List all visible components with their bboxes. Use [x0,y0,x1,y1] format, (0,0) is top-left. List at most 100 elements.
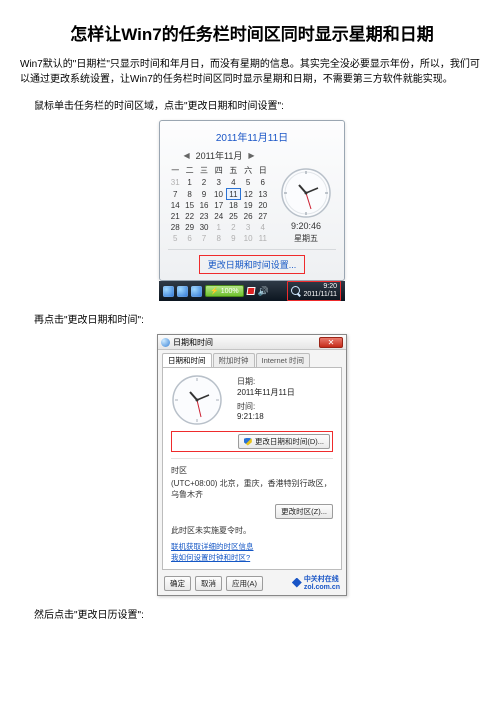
calendar-month-label[interactable]: 2011年11月 [196,149,243,162]
uac-shield-icon [244,438,252,446]
volume-icon[interactable]: 🔊 [258,286,269,297]
calendar-day-cell[interactable]: 9 [197,189,211,200]
dst-note: 此时区未实施夏令时。 [171,525,333,536]
calendar-day-cell[interactable]: 7 [197,233,211,244]
tab-additional-clocks[interactable]: 附加时钟 [213,353,255,367]
calendar-popup: 2011年11月11日 ◀ 2011年11月 ▶ 一二三四五六日 3112345… [159,120,345,281]
zol-name: 中关村在线 [304,576,339,583]
calendar-day-cell[interactable]: 4 [226,177,240,189]
prev-month-icon[interactable]: ◀ [183,151,189,160]
calendar-day-cell[interactable]: 29 [182,222,196,233]
taskbar-date-label: 2011/11/11 [304,291,337,298]
time-label: 时间: [237,401,333,412]
calendar-day-cell[interactable]: 1 [211,222,226,233]
date-value: 2011年11月11日 [237,387,333,398]
calendar-day-cell[interactable]: 15 [182,200,196,212]
tab-internet-time[interactable]: Internet 时间 [256,353,311,367]
calendar-row: 2829301234 [168,222,270,233]
taskbar-time-label: 9:20 [323,283,337,290]
ok-button[interactable]: 确定 [164,576,191,591]
tab-datetime[interactable]: 日期和时间 [162,353,212,367]
calendar-day-cell[interactable]: 11 [226,189,240,200]
tray-app-icon[interactable] [163,286,174,297]
ime-flag-icon[interactable] [246,287,255,295]
next-month-icon[interactable]: ▶ [248,151,254,160]
calendar-day-cell[interactable]: 10 [211,189,226,200]
calendar-day-cell[interactable]: 23 [197,211,211,222]
timezone-value: (UTC+08:00) 北京，重庆，香港特别行政区，乌鲁木齐 [171,478,333,500]
calendar-day-cell[interactable]: 30 [197,222,211,233]
analog-clock-icon [280,167,332,219]
calendar-day-cell[interactable]: 4 [256,222,270,233]
calendar-day-cell[interactable]: 2 [226,222,240,233]
calendar-day-cell[interactable]: 6 [182,233,196,244]
online-tz-info-link[interactable]: 联机获取详细的时区信息 [171,542,333,553]
calendar-day-cell[interactable]: 26 [241,211,256,222]
taskbar: ⚡ 100% 🔊 9:20 2011/11/11 [159,281,345,301]
close-button[interactable]: ✕ [319,337,343,348]
calendar-day-cell[interactable]: 3 [211,177,226,189]
calendar-dow-row: 一二三四五六日 [168,164,270,177]
calendar-day-cell[interactable]: 25 [226,211,240,222]
calendar-day-cell[interactable]: 28 [168,222,182,233]
date-label: 日期: [237,376,333,387]
tray-app-icon[interactable] [177,286,188,297]
zol-logo-icon [292,578,302,588]
taskbar-clock-highlight[interactable]: 9:20 2011/11/11 [287,281,341,300]
clock-weekday-label: 星期五 [294,233,318,244]
calendar-day-cell[interactable]: 11 [256,233,270,244]
calendar-row: 14151617181920 [168,200,270,212]
zol-url: zol.com.cn [304,584,340,591]
calendar-day-cell[interactable]: 13 [256,189,270,200]
calendar-row: 31123456 [168,177,270,189]
calendar-day-cell[interactable]: 8 [182,189,196,200]
change-date-time-button-label: 更改日期和时间(D)... [255,436,324,447]
calendar-day-cell[interactable]: 14 [168,200,182,212]
calendar-day-cell[interactable]: 27 [256,211,270,222]
apply-button[interactable]: 应用(A) [226,576,263,591]
calendar-day-cell[interactable]: 1 [182,177,196,189]
calendar-day-cell[interactable]: 22 [182,211,196,222]
calendar-day-cell[interactable]: 31 [168,177,182,189]
dialog-icon [161,338,170,347]
calendar-day-cell[interactable]: 16 [197,200,211,212]
step1-text: 鼠标单击任务栏的时间区域，点击"更改日期和时间设置": [34,97,484,112]
calendar-day-cell[interactable]: 7 [168,189,182,200]
calendar-day-cell[interactable]: 8 [211,233,226,244]
clock-time-label: 9:20:46 [291,221,321,231]
dialog-analog-clock-icon [171,374,223,426]
battery-percent-label: 100% [221,288,239,295]
calendar-day-cell[interactable]: 12 [241,189,256,200]
calendar-day-cell[interactable]: 10 [241,233,256,244]
calendar-day-cell[interactable]: 21 [168,211,182,222]
calendar-day-cell[interactable]: 6 [256,177,270,189]
time-value: 9:21:18 [237,412,333,421]
figure-1: 2011年11月11日 ◀ 2011年11月 ▶ 一二三四五六日 3112345… [20,120,484,301]
battery-indicator[interactable]: ⚡ 100% [205,285,244,297]
calendar-day-cell[interactable]: 20 [256,200,270,212]
dialog-title-label: 日期和时间 [173,337,213,348]
tray-app-icon[interactable] [191,286,202,297]
calendar-day-cell[interactable]: 17 [211,200,226,212]
zol-watermark: 中关村在线 zol.com.cn [292,574,340,591]
howto-set-clock-link[interactable]: 我如何设置时钟和时区? [171,553,333,564]
calendar-day-cell[interactable]: 9 [226,233,240,244]
change-date-time-button[interactable]: 更改日期和时间(D)... [238,434,330,449]
change-timezone-button[interactable]: 更改时区(Z)... [275,504,333,519]
magnifier-icon [291,286,302,297]
cancel-button[interactable]: 取消 [195,576,222,591]
calendar-day-cell[interactable]: 5 [241,177,256,189]
page-title: 怎样让Win7的任务栏时间区同时显示星期和日期 [20,20,484,45]
step2-text: 再点击"更改日期和时间": [34,311,484,326]
calendar-day-cell[interactable]: 19 [241,200,256,212]
change-date-time-settings-link[interactable]: 更改日期和时间设置... [199,255,306,274]
calendar-day-cell[interactable]: 18 [226,200,240,212]
figure-2: 日期和时间 ✕ 日期和时间 附加时钟 Internet 时间 [20,334,484,596]
calendar-day-cell[interactable]: 2 [197,177,211,189]
calendar-day-cell[interactable]: 3 [241,222,256,233]
calendar-today-label: 2011年11月11日 [168,127,336,149]
calendar-day-cell[interactable]: 5 [168,233,182,244]
calendar-row: 21222324252627 [168,211,270,222]
calendar-day-cell[interactable]: 24 [211,211,226,222]
divider [171,458,333,459]
